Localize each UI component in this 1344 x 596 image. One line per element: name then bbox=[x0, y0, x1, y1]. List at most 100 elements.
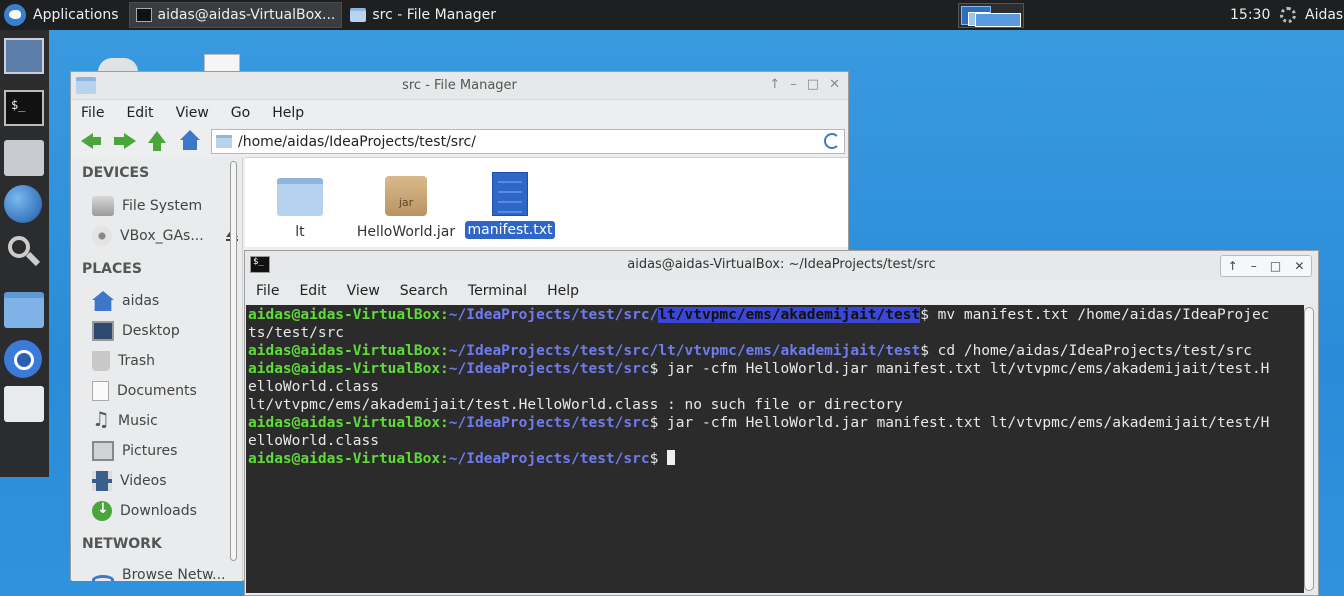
terminal-launcher-icon[interactable]: $_ bbox=[4, 90, 44, 126]
maximize-button[interactable]: □ bbox=[1270, 259, 1281, 273]
sidebar-item-videos[interactable]: Videos bbox=[80, 467, 230, 495]
desktop-icon bbox=[92, 321, 114, 341]
folder-icon bbox=[350, 8, 367, 22]
file-name: HelloWorld.jar bbox=[356, 224, 456, 240]
hard-drive-icon bbox=[92, 196, 114, 216]
sidebar-item-file-system[interactable]: File System bbox=[80, 192, 230, 220]
terminal-menubar: File Edit View Search Terminal Help bbox=[245, 279, 1318, 303]
sidebar-item-label: File System bbox=[122, 198, 203, 214]
close-button[interactable]: ✕ bbox=[1294, 259, 1304, 273]
sidebar-item-pictures[interactable]: Pictures bbox=[80, 437, 230, 465]
file-name: manifest.txt bbox=[465, 221, 555, 239]
magnifier-handle bbox=[25, 251, 41, 267]
location-path: /home/aidas/IdeaProjects/test/src/ bbox=[238, 133, 476, 150]
top-panel: Applications aidas@aidas-VirtualBox... s… bbox=[0, 0, 1344, 30]
location-bar[interactable]: /home/aidas/IdeaProjects/test/src/ bbox=[211, 129, 845, 154]
forward-arrow-icon[interactable] bbox=[112, 129, 136, 153]
toolbar: /home/aidas/IdeaProjects/test/src/ bbox=[71, 126, 848, 156]
sidebar-item-downloads[interactable]: Downloads bbox=[80, 497, 230, 525]
close-button[interactable]: ✕ bbox=[829, 77, 840, 92]
menu-edit[interactable]: Edit bbox=[126, 105, 153, 121]
home-icon bbox=[92, 291, 114, 311]
terminal-line: aidas@aidas-VirtualBox:~/IdeaProjects/te… bbox=[248, 307, 1270, 323]
window-title: aidas@aidas-VirtualBox: ~/IdeaProjects/t… bbox=[627, 257, 936, 272]
menu-search[interactable]: Search bbox=[400, 283, 448, 299]
music-note-icon bbox=[92, 407, 110, 431]
desktop-file-icon[interactable] bbox=[204, 54, 240, 72]
file-item-helloworld-jar[interactable]: jar HelloWorld.jar bbox=[351, 172, 461, 240]
chromium-launcher-icon[interactable] bbox=[4, 340, 42, 378]
terminal-cursor bbox=[667, 450, 676, 465]
file-item-manifest-txt[interactable]: manifest.txt bbox=[455, 172, 565, 239]
menu-go[interactable]: Go bbox=[231, 105, 250, 121]
home-folder-launcher-icon[interactable] bbox=[4, 140, 44, 176]
taskbar-item-label: src - File Manager bbox=[372, 7, 496, 23]
user-menu[interactable]: Aidas bbox=[1305, 0, 1343, 30]
sidebar-item-label: aidas bbox=[122, 293, 160, 309]
keep-above-button[interactable]: ↑ bbox=[769, 77, 780, 92]
trash-icon bbox=[92, 351, 110, 371]
network-header: NETWORK bbox=[82, 536, 162, 552]
taskbar-item-label: aidas@aidas-VirtualBox... bbox=[157, 7, 336, 23]
web-browser-launcher-icon[interactable] bbox=[4, 185, 42, 223]
back-arrow-icon[interactable] bbox=[79, 129, 103, 153]
sidebar-item-home[interactable]: aidas bbox=[80, 287, 230, 315]
download-icon bbox=[92, 501, 112, 521]
show-desktop-icon[interactable] bbox=[4, 38, 44, 74]
menubar: File Edit View Go Help bbox=[71, 100, 848, 126]
terminal-prompt-line: aidas@aidas-VirtualBox:~/IdeaProjects/te… bbox=[246, 450, 1304, 468]
minimize-button[interactable]: – bbox=[1251, 259, 1257, 273]
maximize-button[interactable]: □ bbox=[807, 77, 819, 92]
file-manager-launcher-icon[interactable] bbox=[4, 292, 44, 328]
terminal-output[interactable]: aidas@aidas-VirtualBox:~/IdeaProjects/te… bbox=[246, 305, 1304, 593]
menu-help[interactable]: Help bbox=[272, 105, 304, 121]
sidebar-item-desktop[interactable]: Desktop bbox=[80, 317, 230, 345]
xfce-mouse-icon bbox=[4, 4, 26, 26]
window-controls: ↑ – □ ✕ bbox=[769, 77, 840, 92]
keep-above-button[interactable]: ↑ bbox=[1228, 259, 1238, 273]
menu-help[interactable]: Help bbox=[547, 283, 579, 299]
sidebar-item-label: Music bbox=[118, 413, 158, 429]
minimize-button[interactable]: – bbox=[790, 77, 797, 92]
software-center-launcher-icon[interactable] bbox=[4, 386, 44, 422]
terminal-scrollbar[interactable] bbox=[1304, 307, 1314, 591]
workspace-switcher[interactable] bbox=[958, 3, 1024, 28]
sidebar-item-vbox[interactable]: VBox_GAs... bbox=[80, 222, 238, 250]
menu-edit[interactable]: Edit bbox=[299, 283, 326, 299]
menu-terminal[interactable]: Terminal bbox=[468, 283, 527, 299]
search-launcher-icon[interactable] bbox=[4, 234, 44, 270]
clock[interactable]: 15:30 bbox=[1230, 0, 1270, 30]
home-icon[interactable] bbox=[178, 129, 202, 153]
desktop-cd-icon[interactable] bbox=[98, 58, 138, 72]
sidebar-item-documents[interactable]: Documents bbox=[80, 377, 230, 405]
selected-text: lt/vtvpmc/ems/akademijait/test bbox=[658, 307, 921, 323]
menu-file[interactable]: File bbox=[256, 283, 279, 299]
menu-view[interactable]: View bbox=[347, 283, 380, 299]
reload-icon[interactable] bbox=[824, 133, 840, 149]
jar-archive-icon: jar bbox=[385, 176, 427, 216]
file-manager-titlebar[interactable]: src - File Manager ↑ – □ ✕ bbox=[71, 72, 848, 100]
camera-icon bbox=[92, 441, 114, 461]
taskbar-item-file-manager[interactable]: src - File Manager bbox=[344, 2, 502, 28]
terminal-window: $_ aidas@aidas-VirtualBox: ~/IdeaProject… bbox=[244, 250, 1319, 596]
sidebar-item-label: Downloads bbox=[120, 503, 197, 519]
sidebar-scrollbar[interactable] bbox=[230, 161, 237, 561]
terminal-line: ts/test/src bbox=[248, 325, 345, 341]
file-item-lt[interactable]: lt bbox=[245, 172, 355, 240]
applications-menu-button[interactable]: Applications bbox=[0, 0, 127, 30]
sidebar: DEVICES File System VBox_GAs... PLACES a… bbox=[72, 157, 243, 581]
sidebar-item-trash[interactable]: Trash bbox=[80, 347, 230, 375]
window-controls: ↑ – □ ✕ bbox=[1220, 255, 1312, 277]
sidebar-item-music[interactable]: Music bbox=[80, 407, 230, 435]
sidebar-item-label: Browse Netw... bbox=[122, 567, 226, 581]
film-strip-icon bbox=[92, 471, 112, 491]
sidebar-item-browse-network[interactable]: Browse Netw... bbox=[80, 561, 230, 581]
menu-file[interactable]: File bbox=[81, 105, 104, 121]
folder-icon bbox=[277, 178, 323, 216]
taskbar-item-terminal[interactable]: aidas@aidas-VirtualBox... bbox=[128, 2, 343, 28]
places-header: PLACES bbox=[82, 261, 142, 277]
menu-view[interactable]: View bbox=[176, 105, 209, 121]
up-arrow-icon[interactable] bbox=[145, 129, 169, 153]
network-spinner-icon[interactable] bbox=[1280, 7, 1296, 23]
terminal-titlebar[interactable]: $_ aidas@aidas-VirtualBox: ~/IdeaProject… bbox=[245, 251, 1318, 279]
